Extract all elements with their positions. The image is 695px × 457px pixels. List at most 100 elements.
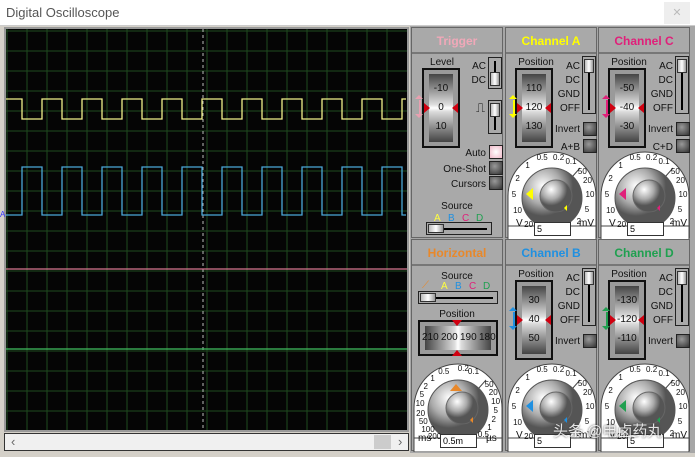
slider-thumb[interactable] (677, 59, 687, 73)
coupling-label-gnd: GND (557, 301, 580, 312)
arrow-shaft (606, 100, 608, 114)
slider-thumb[interactable] (584, 271, 594, 285)
slider-thumb[interactable] (584, 59, 594, 73)
one-shot-label: One-Shot (443, 164, 486, 175)
arrow-shaft (419, 100, 421, 114)
dial-scale-label-right: 5 (584, 204, 590, 214)
dial-scale-label-right: 5 (677, 416, 683, 426)
dial-scale-label-right: 50 (577, 379, 587, 389)
auto-label: Auto (465, 148, 486, 159)
slider-thumb[interactable] (420, 293, 436, 302)
auto-button[interactable] (489, 145, 503, 159)
dial-scale-label-left: 1 (525, 372, 530, 382)
dial-scale-label-left: 10 (513, 418, 522, 428)
scroll-left-icon[interactable]: ‹ (11, 434, 15, 450)
unit-right-label: mV (672, 218, 687, 229)
coupling-switch[interactable] (582, 56, 596, 114)
position-arrows-icon[interactable] (602, 307, 612, 331)
strip-tick-label: 180 (479, 332, 496, 343)
arrow-down (602, 114, 610, 118)
horizontal-title: Horizontal (412, 240, 502, 266)
channel-b-title: Channel B (506, 240, 596, 266)
strip-tick-label: 10 (435, 121, 447, 132)
invert-button[interactable] (583, 122, 597, 136)
invert-button[interactable] (676, 122, 690, 136)
coupling-switch[interactable] (582, 268, 596, 326)
invert-button[interactable] (583, 334, 597, 348)
channel-a-marker: A (0, 210, 6, 219)
position-arrows-icon[interactable] (509, 95, 519, 119)
coupling-label-off: OFF (653, 315, 673, 326)
dial-scale-label-left: 2 (515, 173, 520, 183)
ac-label: AC (472, 61, 486, 72)
unit-right-label: µs (486, 433, 497, 444)
channel-a-section: Channel A Position 110 120 130 AC DC GND OFF Inve… (505, 27, 597, 241)
close-icon[interactable]: ✕ (664, 2, 690, 24)
cursors-button[interactable] (489, 176, 503, 190)
trigger-source-slider[interactable] (426, 222, 492, 235)
unit-left-label: V (516, 218, 523, 229)
slider-thumb[interactable] (677, 271, 687, 285)
coupling-label-dc: DC (565, 287, 580, 298)
dial-scale-label-left: 2 (608, 173, 613, 183)
trigger-coupling-switch[interactable] (488, 57, 502, 89)
channel-c-title: Channel C (599, 28, 689, 54)
trigger-edge-switch[interactable] (488, 100, 502, 134)
horizontal-scrollbar[interactable]: ‹ › (4, 433, 409, 451)
dial-scale-label-left: 1 (618, 372, 623, 382)
dial-scale-label-left: 5 (604, 190, 610, 199)
dial-scale-label-right: 20 (583, 388, 592, 398)
source-label: Source (441, 201, 473, 212)
scroll-right-icon[interactable]: › (398, 434, 402, 450)
one-shot-button[interactable] (489, 161, 503, 175)
arrow-down (602, 326, 610, 330)
dial-scale-label-left: 5 (511, 190, 517, 199)
volts-input[interactable]: 5 (534, 222, 571, 236)
window-title: Digital Oscilloscope (6, 5, 120, 20)
dial-scale-label-left: 0.5 (438, 366, 450, 376)
strip-tick-label: 200 (441, 332, 458, 343)
dial-scale-label-right: 50 (670, 379, 680, 389)
invert-button[interactable] (676, 334, 690, 348)
position-arrows-icon[interactable] (509, 307, 519, 331)
watermark: 头条 @电卤药丸 (553, 423, 663, 440)
coupling-label-off: OFF (653, 103, 673, 114)
dial-scale-label-left: 2 (515, 385, 520, 395)
title-bar: Digital Oscilloscope ✕ (0, 0, 695, 26)
position-arrows-icon[interactable] (602, 95, 612, 119)
arrow-down (509, 326, 517, 330)
dial-scale-label-top: 0.1 (658, 369, 670, 379)
coupling-switch[interactable] (675, 268, 689, 326)
dial-scale-label-right: 10 (678, 402, 688, 411)
coupling-switch[interactable] (675, 56, 689, 114)
slider-thumb[interactable] (428, 224, 444, 233)
level-arrows-icon[interactable] (415, 95, 425, 119)
coupling-label-ac: AC (659, 61, 673, 72)
timebase-input[interactable]: 0.5m (440, 434, 477, 448)
slider-thumb[interactable] (490, 103, 500, 117)
unit-right-label: mV (579, 218, 594, 229)
coupling-label-ac: AC (566, 61, 580, 72)
horizontal-section: Horizontal Source ⟋ A B C D Position 210 200 190 18… (411, 239, 503, 453)
strip-tick-label: -10 (433, 83, 449, 94)
horizontal-source-slider[interactable] (418, 291, 498, 304)
slider-thumb[interactable] (490, 72, 500, 86)
dial-scale-label-left: 20 (416, 408, 426, 418)
knob-pointer-small-icon (470, 417, 473, 423)
coupling-label-ac: AC (566, 273, 580, 284)
knob-pointer-small-icon (657, 205, 660, 211)
scroll-thumb[interactable] (374, 435, 391, 449)
position-label: Position (439, 309, 475, 320)
dc-label: DC (471, 75, 486, 86)
knob-pointer-icon (526, 400, 533, 412)
knob-pointer-small-icon (564, 205, 567, 211)
dial-scale-label-left: 2 (608, 385, 613, 395)
dial-scale-label-right: 50 (670, 167, 680, 177)
dial-scale-label-right: 50 (577, 167, 587, 177)
coupling-label-dc: DC (565, 75, 580, 86)
arrow-up (415, 95, 423, 99)
invert-label: Invert (554, 336, 580, 347)
dial-scale-label-right: 10 (678, 190, 688, 199)
volts-input[interactable]: 5 (627, 222, 664, 236)
dial-scale-label-top: 0.1 (467, 367, 480, 377)
